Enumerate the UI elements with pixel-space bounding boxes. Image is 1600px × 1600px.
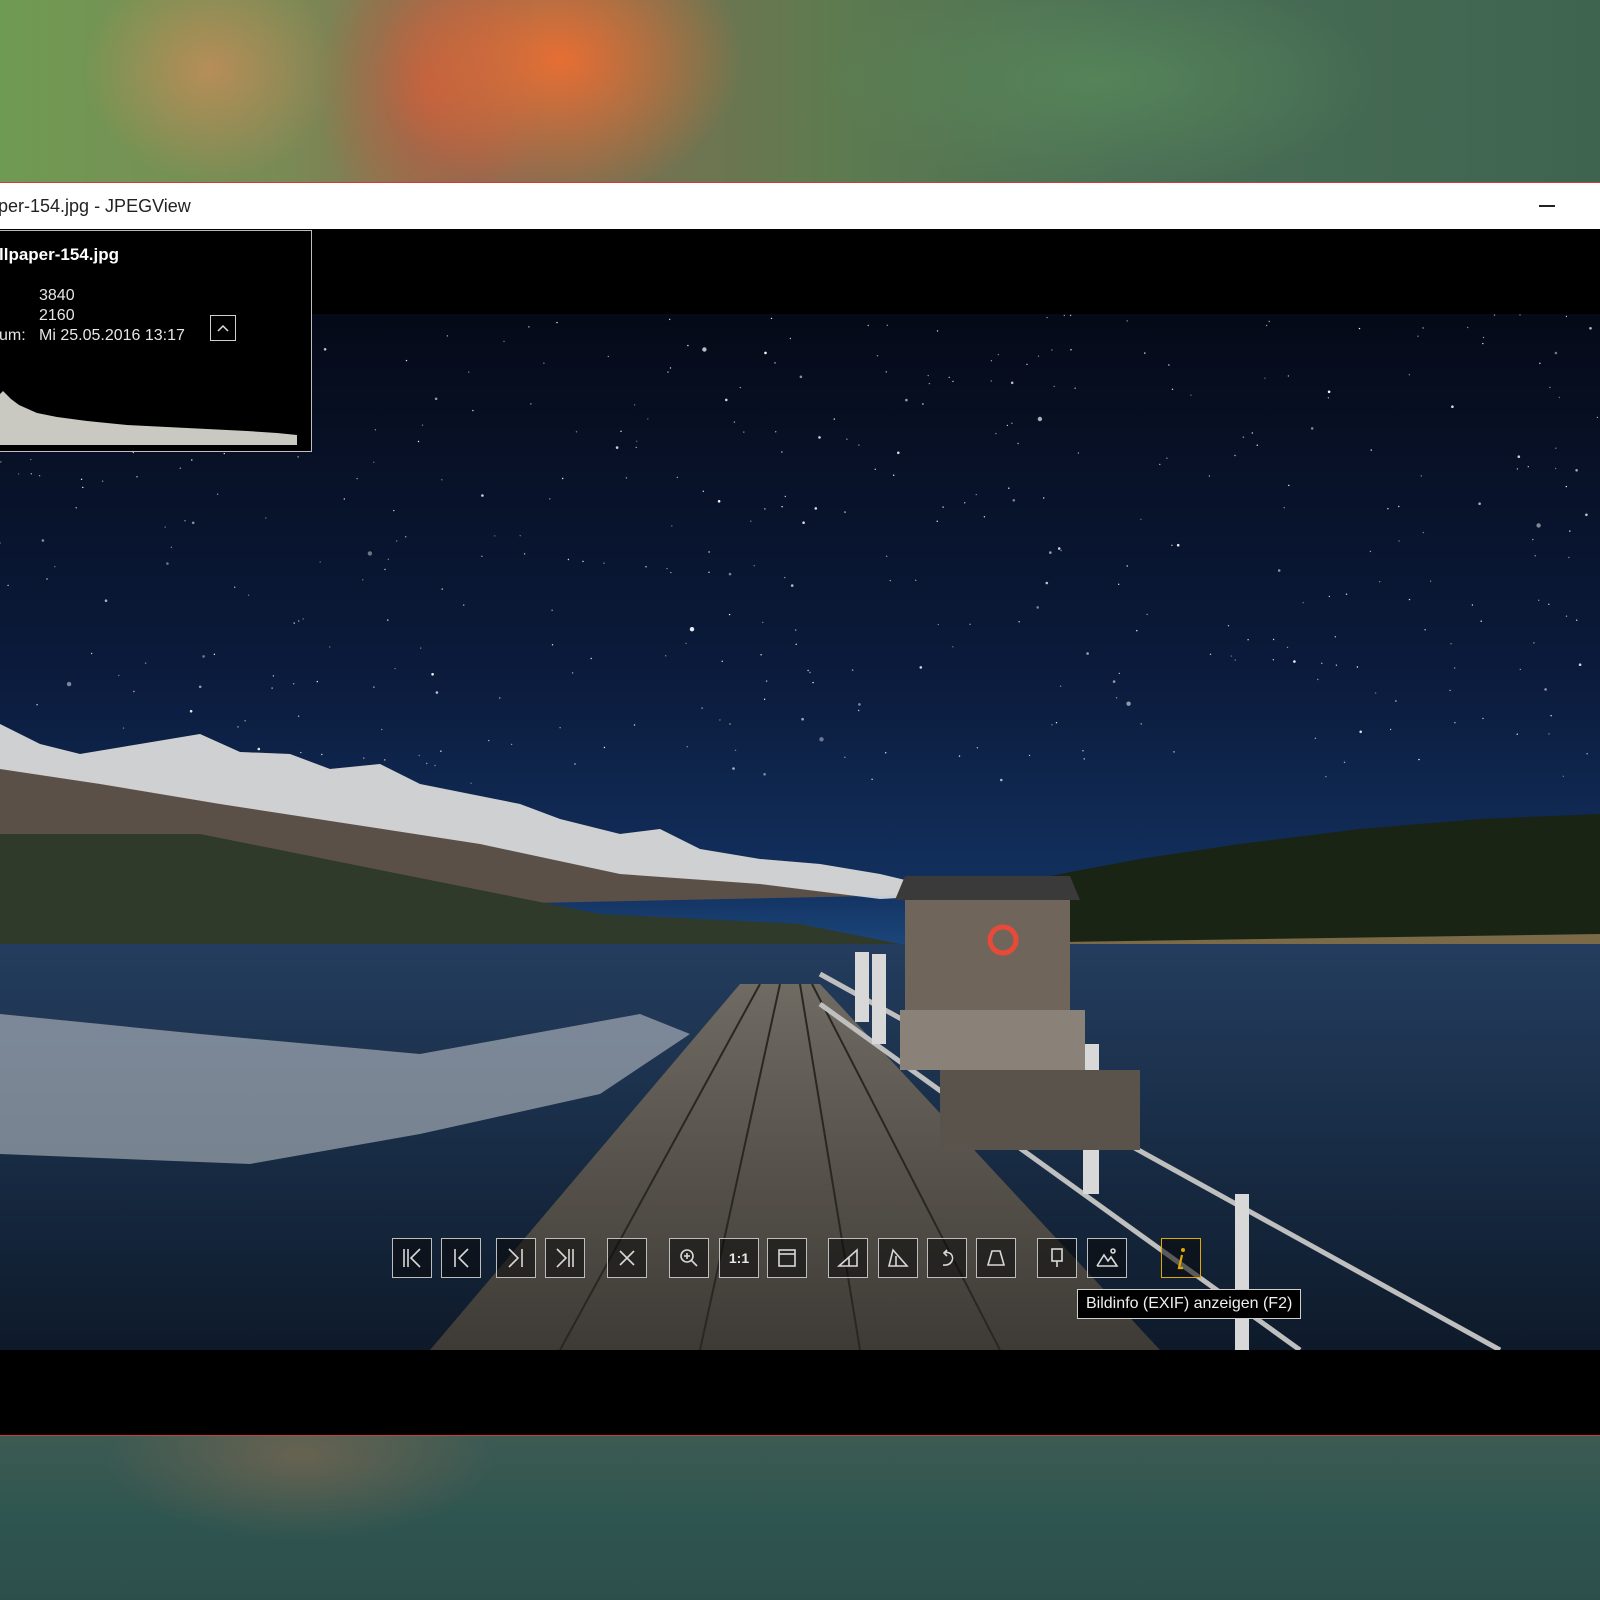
minimize-button[interactable]	[1524, 183, 1570, 229]
image-info-panel: llpaper-154.jpg 3840 2160 um: Mi 25.05.2…	[0, 230, 312, 452]
trapezoid-icon	[986, 1250, 1006, 1266]
pin-icon	[1051, 1248, 1063, 1267]
chevron-up-icon	[217, 324, 229, 332]
fit-window-button[interactable]	[767, 1238, 807, 1278]
triangle-right-icon	[887, 1248, 909, 1267]
zoom-icon	[680, 1249, 698, 1267]
actual-size-button[interactable]: 1:1	[719, 1238, 759, 1278]
delete-button[interactable]	[607, 1238, 647, 1278]
landscape-button[interactable]	[1087, 1238, 1127, 1278]
keep-params-button[interactable]	[1037, 1238, 1077, 1278]
image-info-button[interactable]	[1161, 1238, 1201, 1278]
rotate-right-button[interactable]	[878, 1238, 918, 1278]
window-icon	[778, 1249, 796, 1267]
landscape-icon	[1096, 1248, 1119, 1267]
info-filename: llpaper-154.jpg	[0, 245, 119, 264]
desktop-wallpaper-bottom	[0, 1436, 1600, 1600]
rotate-icon	[942, 1249, 954, 1266]
navigation-toolbar: 1:1	[0, 1238, 1600, 1282]
tooltip: Bildinfo (EXIF) anzeigen (F2)	[1077, 1289, 1302, 1319]
minimize-icon	[1539, 205, 1555, 207]
next-image-button[interactable]	[496, 1238, 536, 1278]
window-title: per-154.jpg - JPEGView	[0, 196, 191, 216]
histogram	[0, 391, 297, 445]
image-canvas[interactable]	[0, 314, 1600, 1350]
actual-size-label: 1:1	[728, 1250, 750, 1266]
triangle-left-icon	[836, 1248, 858, 1267]
info-value-height: 2160	[39, 307, 75, 324]
first-image-button[interactable]	[392, 1238, 432, 1278]
last-image-button[interactable]	[545, 1238, 585, 1278]
first-icon	[403, 1248, 421, 1268]
desktop-wallpaper-top	[0, 0, 1600, 182]
info-icon	[1177, 1248, 1185, 1270]
previous-image-button[interactable]	[441, 1238, 481, 1278]
zoom-button[interactable]	[669, 1238, 709, 1278]
last-icon	[556, 1248, 574, 1268]
info-value-width: 3840	[39, 287, 75, 304]
previous-icon	[454, 1248, 469, 1268]
title-bar[interactable]: per-154.jpg - JPEGView	[0, 183, 1600, 229]
info-label-date: um:	[0, 327, 26, 344]
collapse-info-button[interactable]	[210, 315, 236, 341]
rotate-button[interactable]	[927, 1238, 967, 1278]
perspective-button[interactable]	[976, 1238, 1016, 1278]
next-icon	[508, 1248, 523, 1268]
rotate-left-button[interactable]	[828, 1238, 868, 1278]
landscape-photo	[0, 314, 1600, 1350]
info-value-date: Mi 25.05.2016 13:17	[39, 327, 185, 344]
close-icon	[619, 1250, 635, 1266]
